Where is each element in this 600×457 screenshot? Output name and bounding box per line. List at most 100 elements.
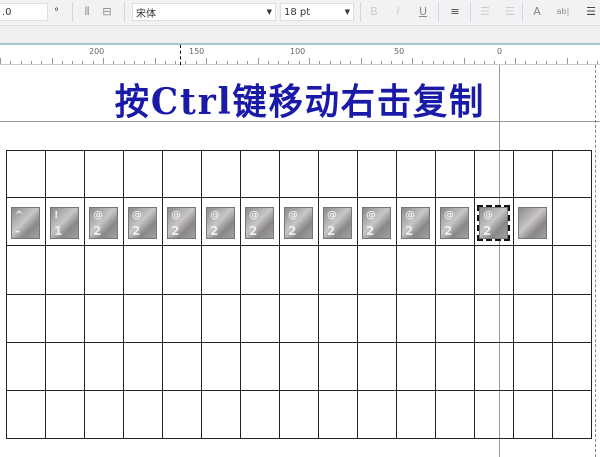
table-cell[interactable] [201,150,241,198]
table-cell[interactable] [318,245,358,295]
keycap-image[interactable] [518,207,547,239]
numbered-list-icon[interactable]: ☰ [503,4,517,20]
table-cell[interactable] [396,342,436,391]
table-cell[interactable] [45,150,85,198]
table-cell[interactable] [162,150,202,198]
table-cell[interactable] [552,294,592,343]
table-cell[interactable] [279,245,319,295]
table-cell[interactable] [318,390,358,439]
underline-icon[interactable]: U [416,4,430,20]
bullet-list-icon[interactable]: ☰ [478,4,492,20]
table-cell[interactable] [357,342,397,391]
table-cell[interactable] [45,390,85,439]
table-cell[interactable] [552,390,592,439]
table-cell[interactable] [84,390,124,439]
keycap-image[interactable]: @2 [362,207,391,239]
table-cell[interactable] [240,390,280,439]
keycap-image[interactable]: @2 [477,205,510,241]
table-cell[interactable] [318,150,358,198]
table-cell[interactable] [201,390,241,439]
table-cell[interactable] [45,294,85,343]
table-cell[interactable] [513,150,553,198]
keycap-image[interactable]: @2 [440,207,469,239]
table-cell[interactable] [240,150,280,198]
table-cell[interactable] [84,342,124,391]
table-cell[interactable] [123,390,163,439]
bold-icon[interactable]: B [367,4,381,20]
table-cell[interactable] [435,390,475,439]
table-cell[interactable] [513,342,553,391]
table-cell[interactable] [201,294,241,343]
horizontal-ruler[interactable]: 200 150 100 50 0 [0,43,600,65]
table-cell[interactable] [84,150,124,198]
table-cell[interactable] [162,294,202,343]
table-cell[interactable] [123,294,163,343]
table-cell[interactable] [240,342,280,391]
table-cell[interactable] [201,245,241,295]
font-name-select[interactable]: 宋体 ▼ [132,3,276,21]
keycap-image[interactable]: @2 [89,207,118,239]
table-cell[interactable] [6,150,46,198]
table-cell[interactable] [435,294,475,343]
table-cell[interactable] [45,245,85,295]
keycap-image[interactable]: @2 [206,207,235,239]
table-cell[interactable] [396,245,436,295]
table-cell[interactable] [474,342,514,391]
angle-input[interactable]: .0 [0,3,48,21]
table-cell[interactable] [357,390,397,439]
keycap-image[interactable]: ! 1 [50,207,79,239]
table-cell[interactable] [240,245,280,295]
table-cell[interactable] [162,342,202,391]
italic-icon[interactable]: I [391,4,405,20]
keycap-image[interactable]: @2 [167,207,196,239]
table-cell[interactable] [357,245,397,295]
keycap-image[interactable]: @2 [323,207,352,239]
table-cell[interactable] [552,197,592,246]
table-cell[interactable] [6,342,46,391]
table-cell[interactable] [279,390,319,439]
keycap-image[interactable]: @2 [284,207,313,239]
font-size-select[interactable]: 18 pt ▼ [280,3,354,21]
table-cell[interactable] [6,245,46,295]
table-cell[interactable] [552,342,592,391]
table-cell[interactable] [201,342,241,391]
table-cell[interactable] [435,342,475,391]
guideline-horizontal[interactable] [0,121,600,122]
keycap-image[interactable]: @2 [128,207,157,239]
table-cell[interactable] [474,294,514,343]
table-cell[interactable] [435,150,475,198]
edit-text-icon[interactable]: ab| [556,4,570,20]
table-cell[interactable] [6,390,46,439]
table-cell[interactable] [162,390,202,439]
table-cell[interactable] [6,294,46,343]
table-cell[interactable] [396,390,436,439]
table-cell[interactable] [474,150,514,198]
keycap-image[interactable]: @2 [401,207,430,239]
table-cell[interactable] [84,245,124,295]
mirror-v-icon[interactable]: ⊟ [100,4,114,20]
table-cell[interactable] [45,342,85,391]
table-cell[interactable] [279,150,319,198]
table-cell[interactable] [123,342,163,391]
table-cell[interactable] [162,245,202,295]
menu-icon[interactable]: ☰ [584,4,598,20]
table-cell[interactable] [513,245,553,295]
text-properties-icon[interactable]: A [530,4,544,20]
table-cell[interactable] [474,245,514,295]
table-cell[interactable] [357,150,397,198]
table-grid[interactable]: ^ -! 1 @2 @2 @2 @2 @2 @2 @2 @2 @2 @2 @2 [6,150,592,439]
keycap-image[interactable]: @2 [245,207,274,239]
table-cell[interactable] [552,150,592,198]
table-cell[interactable] [513,294,553,343]
table-cell[interactable] [513,390,553,439]
table-cell[interactable] [318,342,358,391]
table-cell[interactable] [240,294,280,343]
table-cell[interactable] [552,245,592,295]
table-cell[interactable] [84,294,124,343]
table-cell[interactable] [318,294,358,343]
table-cell[interactable] [474,390,514,439]
table-cell[interactable] [396,294,436,343]
align-icon[interactable]: ≡ [448,4,462,20]
keycap-image[interactable]: ^ - [11,207,40,239]
table-cell[interactable] [279,294,319,343]
